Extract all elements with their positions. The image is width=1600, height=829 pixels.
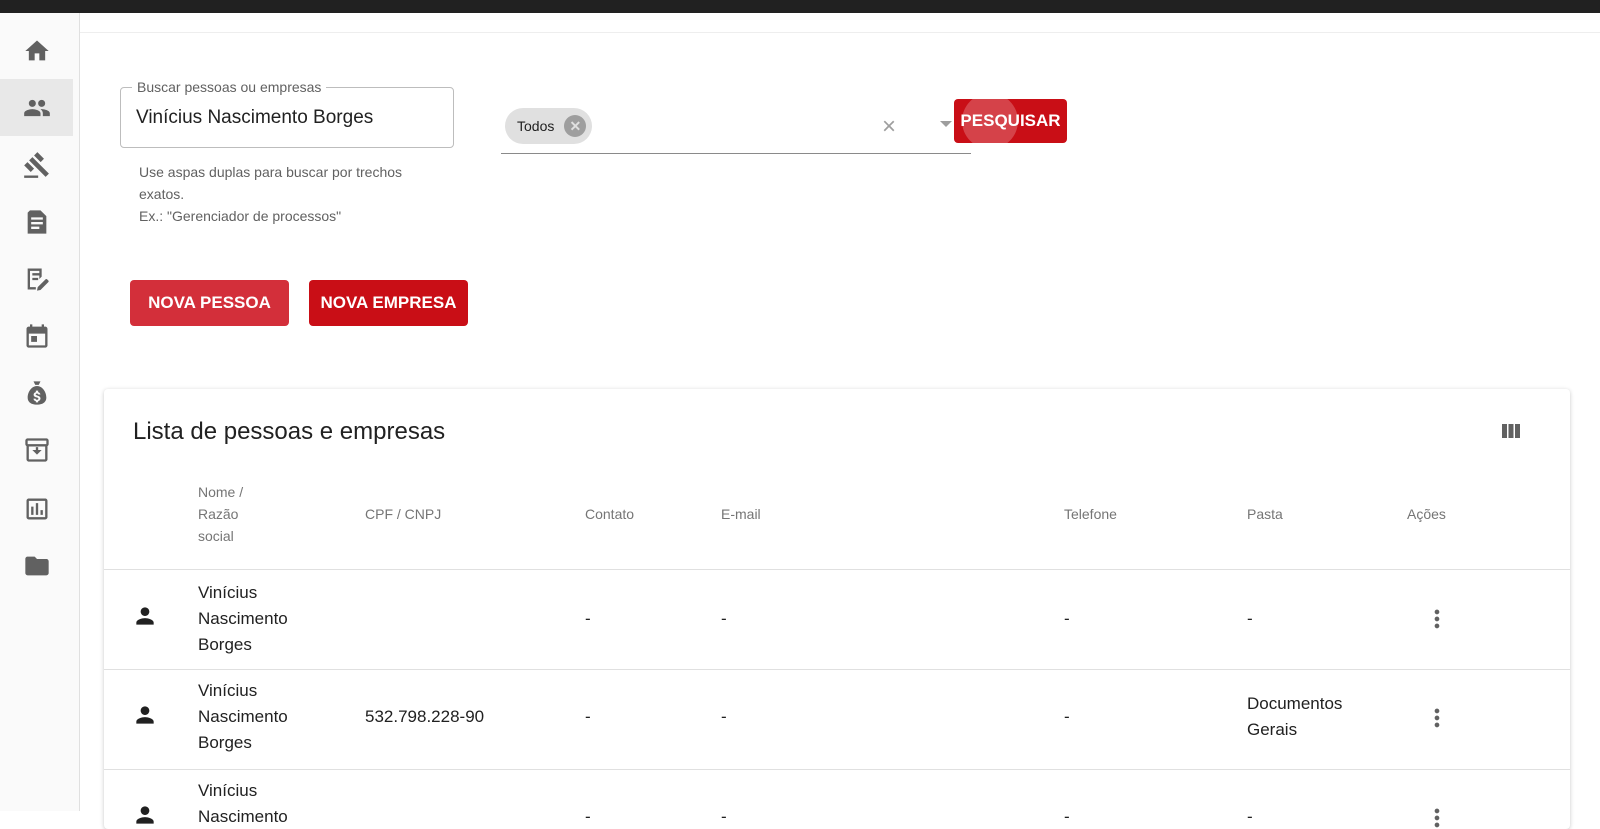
folder-icon bbox=[24, 556, 49, 575]
list-title: Lista de pessoas e empresas bbox=[133, 418, 446, 445]
col-header-phone[interactable]: Telefone bbox=[1064, 503, 1117, 525]
filter-chip-todos: Todos ✕ bbox=[505, 108, 593, 144]
home-icon bbox=[24, 40, 49, 60]
header-strip bbox=[80, 13, 1600, 33]
person-icon bbox=[132, 603, 158, 629]
sidebar-item-calendar[interactable] bbox=[0, 307, 73, 364]
person-icon bbox=[132, 702, 158, 728]
calendar-icon bbox=[26, 323, 47, 348]
more-actions-icon[interactable] bbox=[1423, 704, 1451, 732]
search-label: Buscar pessoas ou empresas bbox=[132, 79, 327, 95]
cell-email: - bbox=[721, 707, 727, 726]
sidebar-item-contracts[interactable] bbox=[0, 250, 73, 307]
top-app-bar bbox=[0, 0, 1600, 13]
person-icon bbox=[132, 802, 158, 828]
main-content: Buscar pessoas ou empresas Use aspas dup… bbox=[80, 13, 1600, 829]
cell-email: - bbox=[721, 609, 727, 628]
document-icon bbox=[27, 209, 46, 234]
archive-icon bbox=[24, 437, 49, 462]
chart-icon bbox=[26, 498, 47, 519]
money-bag-icon bbox=[27, 380, 46, 405]
col-header-doc[interactable]: CPF / CNPJ bbox=[365, 503, 441, 525]
sidebar-item-reports[interactable] bbox=[0, 480, 73, 537]
search-helper-text: Use aspas duplas para buscar por trechos… bbox=[139, 161, 439, 227]
table-row[interactable]: Vinícius Nascimento Borges - - - - bbox=[104, 570, 1570, 670]
col-header-folder[interactable]: Pasta bbox=[1247, 503, 1283, 525]
sidebar-item-home[interactable] bbox=[0, 22, 73, 79]
col-header-actions: Ações bbox=[1407, 506, 1446, 522]
search-helper-line2: Ex.: "Gerenciador de processos" bbox=[139, 208, 342, 224]
search-input[interactable] bbox=[136, 105, 436, 131]
cell-folder: - bbox=[1247, 807, 1253, 826]
search-helper-line1: Use aspas duplas para buscar por trechos… bbox=[139, 164, 403, 202]
cell-folder: - bbox=[1247, 609, 1253, 628]
cell-contact: - bbox=[585, 707, 591, 726]
col-header-contact[interactable]: Contato bbox=[585, 503, 634, 525]
cell-folder: Documentos Gerais bbox=[1247, 694, 1343, 739]
gavel-icon bbox=[23, 151, 49, 178]
col-header-name[interactable]: Nome / Razão social bbox=[198, 481, 258, 547]
cell-doc: 532.798.228-90 bbox=[365, 707, 485, 726]
sidebar-item-archive[interactable] bbox=[0, 421, 73, 478]
sidebar-item-people[interactable] bbox=[0, 79, 73, 136]
chip-remove-icon[interactable]: ✕ bbox=[564, 115, 587, 137]
cell-phone: - bbox=[1064, 807, 1070, 826]
cell-contact: - bbox=[585, 807, 591, 826]
cell-name: Vinícius Nascimento Borges bbox=[198, 681, 288, 752]
type-filter-select[interactable]: Todos ✕ × bbox=[501, 105, 971, 154]
cell-phone: - bbox=[1064, 707, 1070, 726]
new-company-button[interactable]: NOVA EMPRESA bbox=[309, 280, 468, 326]
more-actions-icon[interactable] bbox=[1423, 804, 1451, 829]
people-icon bbox=[23, 99, 50, 116]
cell-name: Vinícius Nascimento bbox=[198, 781, 288, 826]
cell-phone: - bbox=[1064, 609, 1070, 628]
col-header-email[interactable]: E-mail bbox=[721, 503, 761, 525]
cell-name: Vinícius Nascimento Borges bbox=[198, 583, 288, 654]
sidebar-item-documents[interactable] bbox=[0, 193, 73, 250]
people-list-card: Lista de pessoas e empresas Nome / Razão… bbox=[104, 389, 1570, 829]
sidebar bbox=[0, 13, 80, 811]
view-columns-icon[interactable] bbox=[1499, 419, 1523, 443]
sidebar-item-folders[interactable] bbox=[0, 537, 73, 594]
search-button-label: PESQUISAR bbox=[960, 111, 1061, 130]
table-row[interactable]: Vinícius Nascimento Borges 532.798.228-9… bbox=[104, 670, 1570, 770]
sidebar-item-finance[interactable] bbox=[0, 364, 73, 421]
clear-selection-icon[interactable]: × bbox=[882, 113, 896, 141]
new-person-button[interactable]: NOVA PESSOA bbox=[130, 280, 289, 326]
cell-email: - bbox=[721, 807, 727, 826]
sidebar-item-processes[interactable] bbox=[0, 136, 73, 193]
edit-document-icon bbox=[27, 268, 49, 291]
table-row[interactable]: Vinícius Nascimento - - - - bbox=[104, 770, 1570, 829]
cell-contact: - bbox=[585, 609, 591, 628]
search-button[interactable]: PESQUISAR bbox=[954, 99, 1067, 143]
chip-label: Todos bbox=[517, 118, 555, 134]
more-actions-icon[interactable] bbox=[1423, 605, 1451, 633]
dropdown-arrow-icon[interactable] bbox=[940, 121, 952, 127]
